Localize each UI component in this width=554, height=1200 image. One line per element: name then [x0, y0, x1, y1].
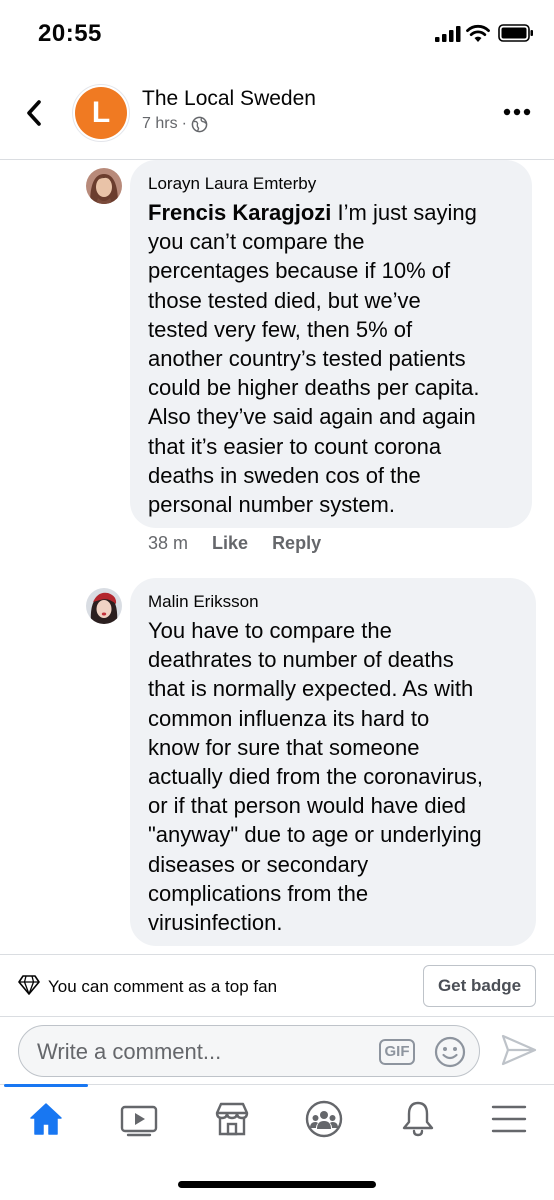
- comment-line: You have to compare the: [148, 618, 392, 643]
- post-header: L The Local Sweden 7 hrs ·: [0, 70, 554, 160]
- comment-line: know for sure that someone: [148, 734, 420, 760]
- comment-line: complications from the: [148, 880, 369, 906]
- comment-line: could be higher deaths per capita.: [148, 375, 480, 401]
- comment-line: that it’s easier to count corona: [148, 433, 442, 459]
- comment-line: diseases or secondary: [148, 851, 369, 877]
- avatar-photo-icon: [86, 588, 122, 624]
- comment-line: those tested died, but we’ve: [148, 287, 421, 313]
- marketplace-icon[interactable]: [212, 1099, 252, 1139]
- post-meta: 7 hrs ·: [142, 115, 208, 133]
- comment-text: Frencis Karagjozi I’m just saying you ca…: [148, 198, 528, 519]
- commenter-avatar[interactable]: [86, 588, 122, 624]
- groups-icon[interactable]: [304, 1099, 344, 1139]
- diamond-icon: [18, 975, 40, 995]
- back-arrow-icon[interactable]: [22, 98, 46, 128]
- globe-icon: [191, 116, 208, 132]
- home-icon[interactable]: [26, 1099, 66, 1139]
- comment-item: Malin Eriksson You have to compare the d…: [0, 578, 554, 948]
- like-button[interactable]: Like: [212, 533, 248, 554]
- wifi-icon: [466, 24, 490, 42]
- comment-actions: 38 m Like Reply: [148, 533, 321, 554]
- comment-time[interactable]: 38 m: [148, 533, 188, 554]
- page-name[interactable]: The Local Sweden: [142, 87, 316, 111]
- comment-author[interactable]: Malin Eriksson: [148, 592, 259, 612]
- status-bar: 20:55: [0, 0, 554, 70]
- more-options-icon[interactable]: [503, 108, 531, 116]
- comment-line: virusinfection.: [148, 910, 283, 936]
- comment-line: another country’s tested patients: [148, 346, 466, 372]
- commenter-avatar[interactable]: [86, 168, 122, 204]
- watch-icon[interactable]: [119, 1099, 159, 1139]
- comment-line: deathrates to number of deaths: [148, 647, 454, 673]
- home-indicator-bar[interactable]: [178, 1181, 376, 1188]
- comment-line: personal number system.: [148, 492, 395, 518]
- comment-input-placeholder: Write a comment...: [37, 1039, 222, 1064]
- comment-composer: Write a comment... GIF: [0, 1016, 554, 1084]
- comment-input[interactable]: Write a comment... GIF: [18, 1025, 480, 1077]
- comment-bubble[interactable]: Malin Eriksson You have to compare the d…: [130, 578, 536, 946]
- comment-line: you can’t compare the: [148, 229, 365, 255]
- comment-line: "anyway" due to age or underlying: [148, 822, 482, 848]
- top-fan-text: You can comment as a top fan: [48, 977, 278, 996]
- gif-icon[interactable]: GIF: [379, 1039, 415, 1065]
- notifications-icon[interactable]: [398, 1099, 438, 1139]
- comment-line: Also they’ve said again and again: [148, 404, 476, 430]
- menu-icon[interactable]: [489, 1099, 529, 1139]
- top-fan-bar: You can comment as a top fan Get badge: [0, 954, 554, 1016]
- page-logo: L: [75, 87, 127, 139]
- comment-line: or if that person would have died: [148, 793, 466, 819]
- active-tab-indicator: [4, 1084, 88, 1087]
- send-icon[interactable]: [500, 1033, 538, 1067]
- comment-line: tested very few, then 5% of: [148, 316, 413, 342]
- get-badge-button[interactable]: Get badge: [423, 965, 536, 1007]
- emoji-icon[interactable]: [434, 1036, 466, 1068]
- cellular-signal-icon: [435, 26, 461, 42]
- status-time: 20:55: [38, 20, 102, 47]
- page-avatar[interactable]: L: [72, 84, 130, 142]
- battery-icon: [498, 24, 533, 42]
- avatar-photo-icon: [86, 168, 122, 204]
- page-logo-letter: L: [91, 96, 111, 129]
- comment-line: deaths in sweden cos of the: [148, 462, 421, 488]
- comment-author[interactable]: Lorayn Laura Emterby: [148, 174, 316, 194]
- mentioned-user[interactable]: Frencis Karagjozi: [148, 200, 331, 225]
- post-age[interactable]: 7 hrs: [142, 115, 178, 133]
- meta-separator: ·: [181, 115, 187, 132]
- comment-line-text: I’m just saying: [337, 200, 477, 225]
- reply-button[interactable]: Reply: [272, 533, 321, 554]
- comment-line: Frencis Karagjozi I’m just saying: [148, 198, 528, 227]
- comment-item: Lorayn Laura Emterby Frencis Karagjozi I…: [0, 160, 554, 560]
- comment-line: percentages because if 10% of: [148, 258, 451, 284]
- comment-line: that is normally expected. As with: [148, 676, 474, 702]
- comment-bubble[interactable]: Lorayn Laura Emterby Frencis Karagjozi I…: [130, 160, 532, 528]
- comment-text: You have to compare the deathrates to nu…: [148, 616, 534, 937]
- comment-line: actually died from the coronavirus,: [148, 764, 484, 790]
- comment-line: common influenza its hard to: [148, 705, 430, 731]
